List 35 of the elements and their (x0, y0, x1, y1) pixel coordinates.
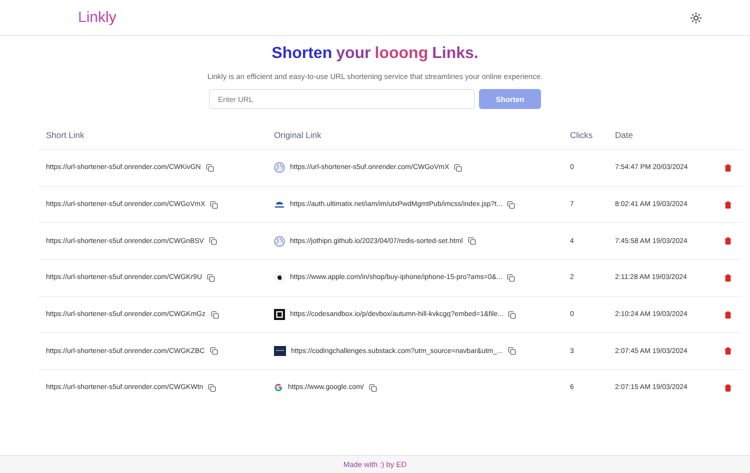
copy-icon[interactable] (210, 347, 218, 356)
copy-icon[interactable] (208, 237, 217, 246)
copy-icon[interactable] (210, 310, 218, 319)
delete-icon[interactable] (724, 237, 732, 246)
emblem-icon (274, 200, 285, 210)
apple-icon (274, 272, 285, 284)
delete-icon[interactable] (724, 200, 732, 209)
column-header: Clicks (569, 130, 593, 140)
column-header: Original Link (273, 130, 322, 140)
copy-icon[interactable] (508, 310, 516, 319)
theme-toggle-sun-icon[interactable] (690, 12, 702, 24)
copy-icon[interactable] (368, 384, 377, 392)
banner-icon (274, 346, 286, 356)
copy-icon[interactable] (468, 237, 476, 246)
column-header: Short Link (45, 130, 84, 140)
copy-icon[interactable] (207, 274, 216, 282)
globe-icon (274, 162, 285, 174)
copy-icon[interactable] (206, 164, 214, 172)
hero-title: Shorten your looong Links. (272, 45, 478, 63)
delete-icon[interactable] (724, 384, 732, 392)
delete-icon[interactable] (724, 274, 732, 282)
copy-icon[interactable] (508, 347, 516, 356)
delete-icon[interactable] (724, 347, 732, 356)
column-header: Date (614, 130, 633, 140)
delete-icon[interactable] (724, 164, 732, 172)
copy-icon[interactable] (454, 164, 462, 172)
copy-icon[interactable] (208, 384, 216, 392)
square-logo-icon (274, 309, 285, 320)
copy-icon[interactable] (507, 274, 516, 282)
google-icon (274, 383, 283, 392)
globe-icon (274, 236, 285, 247)
delete-icon[interactable] (724, 310, 732, 319)
copy-icon[interactable] (507, 200, 516, 209)
copy-icon[interactable] (210, 200, 218, 209)
logo: Linkly (78, 9, 116, 26)
